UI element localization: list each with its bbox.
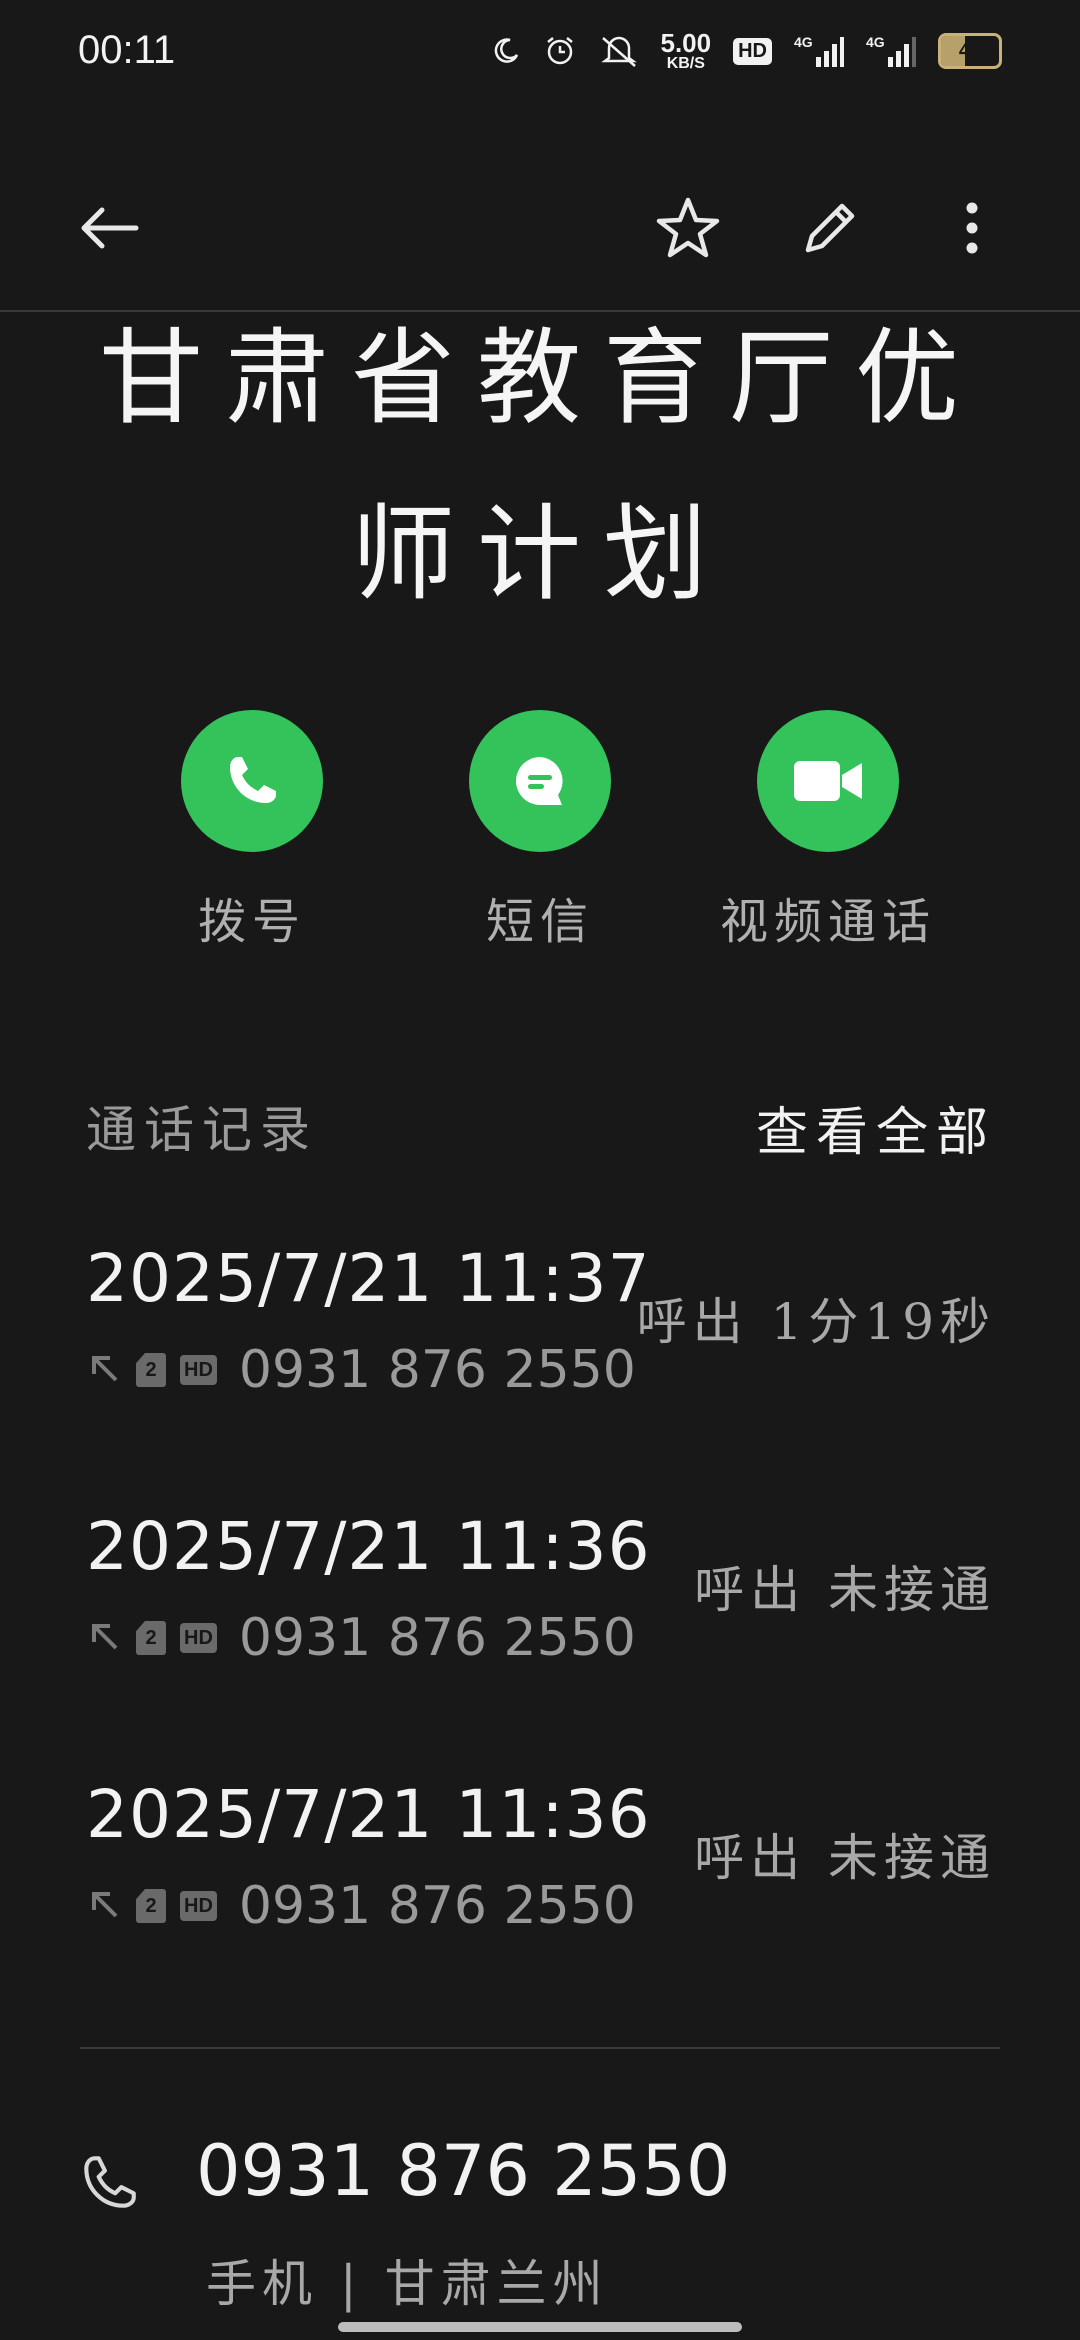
outgoing-arrow-icon [86, 1886, 122, 1926]
battery-icon: 42 [938, 33, 1002, 69]
quick-actions: 拨号 短信 视频通话 [0, 710, 1080, 970]
hd-call-icon: HD [180, 1891, 217, 1921]
phone-number-entry[interactable]: 0931 876 2550 手机 | 甘肃兰州 [76, 2130, 1006, 2330]
phone-number: 0931 876 2550 [196, 2130, 731, 2212]
app-bar [0, 160, 1080, 290]
sim-2-icon: 2 [136, 1353, 166, 1387]
contact-name: 甘肃省教育厅优师计划 [98, 317, 981, 615]
call-action-label: 拨号 [197, 894, 306, 950]
call-status: 呼出 未接通 [694, 1829, 996, 1887]
network-speed: 5.00 KB/S [660, 28, 712, 72]
section-divider [80, 2047, 1000, 2049]
home-indicator[interactable] [338, 2322, 742, 2332]
video-icon [757, 710, 899, 852]
outgoing-arrow-icon [86, 1350, 122, 1390]
message-action-label: 短信 [485, 894, 594, 950]
svg-text:4G: 4G [794, 34, 813, 50]
contact-detail-screen: 00:11 5.00 KB/S HD 4G 4G 42 甘肃省教育厅优师计划 拨… [0, 0, 1080, 2340]
call-meta: 2 HD 0931 876 2550 [86, 1608, 636, 1668]
call-number: 0931 876 2550 [238, 1608, 636, 1668]
call-meta: 2 HD 0931 876 2550 [86, 1340, 636, 1400]
more-options-button[interactable] [932, 190, 1012, 270]
call-action-button[interactable]: 拨号 [122, 710, 382, 952]
call-log-header: 通话记录 查看全部 [86, 1090, 996, 1170]
call-log-row[interactable]: 2025/7/21 11:36 2 HD 0931 876 2550 呼出 未接… [86, 1776, 996, 1976]
call-log-row[interactable]: 2025/7/21 11:37 2 HD 0931 876 2550 呼出 1分… [86, 1240, 996, 1440]
status-bar: 00:11 5.00 KB/S HD 4G 4G 42 [0, 0, 1080, 110]
video-call-action-button[interactable]: 视频通话 [698, 710, 958, 952]
call-number: 0931 876 2550 [238, 1876, 636, 1936]
back-arrow-icon [76, 204, 140, 256]
phone-description: 手机 | 甘肃兰州 [206, 2255, 609, 2313]
outgoing-arrow-icon [86, 1618, 122, 1658]
sim-2-icon: 2 [136, 1889, 166, 1923]
back-button[interactable] [68, 190, 148, 270]
edit-button[interactable] [790, 190, 870, 270]
video-call-action-label: 视频通话 [719, 894, 936, 950]
call-log-row[interactable]: 2025/7/21 11:36 2 HD 0931 876 2550 呼出 未接… [86, 1508, 996, 1708]
signal-icon: 4G [866, 33, 916, 69]
call-meta: 2 HD 0931 876 2550 [86, 1876, 636, 1936]
call-datetime: 2025/7/21 11:36 [86, 1776, 651, 1853]
hd-icon: HD [733, 37, 772, 65]
hd-call-icon: HD [180, 1623, 217, 1653]
call-datetime: 2025/7/21 11:36 [86, 1508, 651, 1585]
status-icons: 5.00 KB/S HD 4G 4G 42 [491, 28, 1002, 72]
call-status: 呼出 未接通 [694, 1561, 996, 1619]
view-all-link[interactable]: 查看全部 [756, 1090, 996, 1165]
call-status: 呼出 1分19秒 [636, 1293, 996, 1351]
edit-pencil-icon [798, 196, 862, 264]
status-time: 00:11 [78, 28, 176, 72]
signal-icon: 4G [794, 33, 844, 69]
hd-call-icon: HD [180, 1355, 217, 1385]
message-icon [469, 710, 611, 852]
message-action-button[interactable]: 短信 [410, 710, 670, 952]
phone-icon [181, 710, 323, 852]
call-log-title: 通话记录 [86, 1101, 318, 1159]
svg-text:4G: 4G [866, 34, 885, 50]
call-datetime: 2025/7/21 11:37 [86, 1240, 651, 1317]
star-icon [655, 195, 721, 265]
mute-icon [599, 34, 639, 68]
more-vert-icon [962, 198, 982, 262]
alarm-icon [543, 34, 577, 68]
phone-icon [76, 2150, 142, 2220]
sim-2-icon: 2 [136, 1621, 166, 1655]
favorite-button[interactable] [648, 190, 728, 270]
call-number: 0931 876 2550 [238, 1340, 636, 1400]
moon-icon [491, 36, 521, 66]
